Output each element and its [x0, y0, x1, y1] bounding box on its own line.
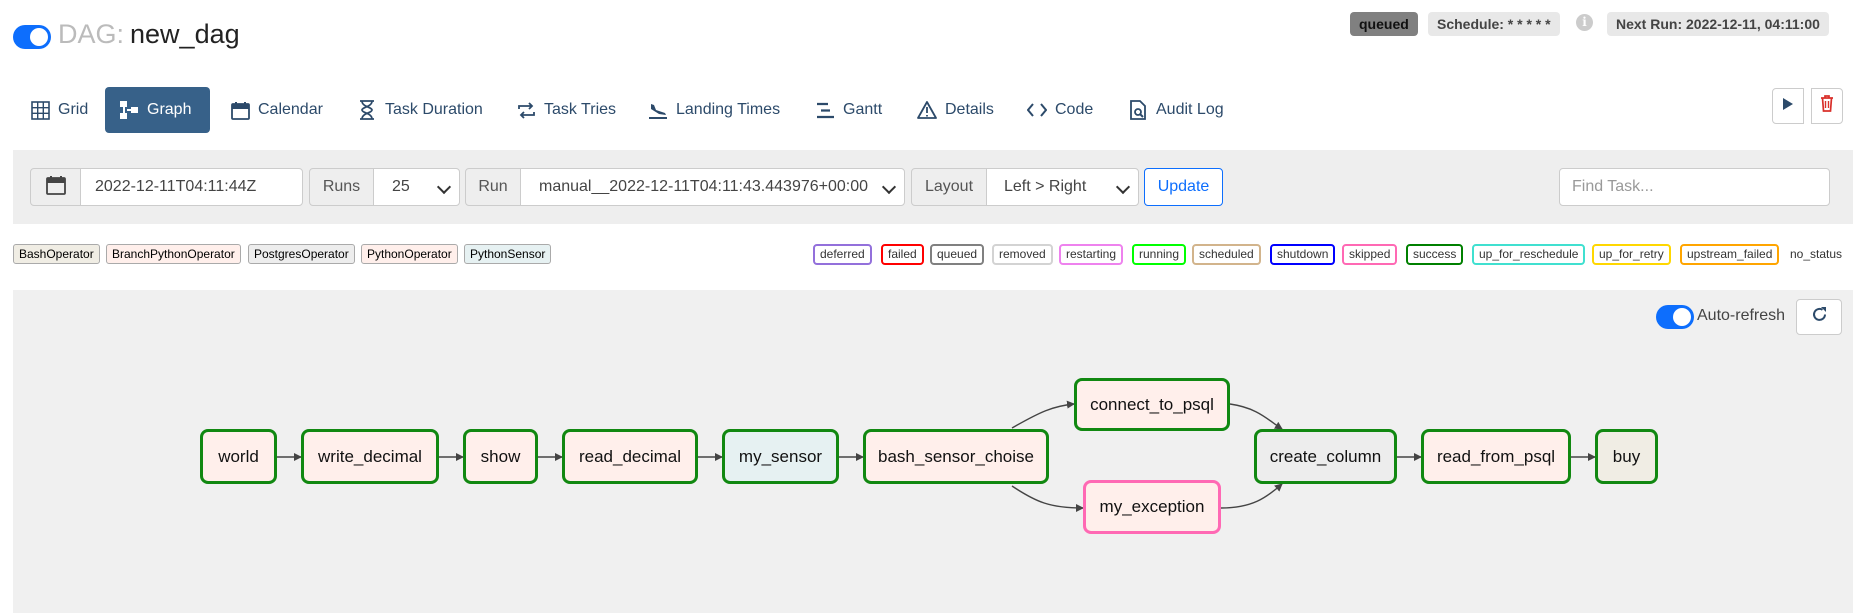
- legend-state[interactable]: up_for_reschedule: [1472, 244, 1586, 265]
- refresh-icon: [1811, 306, 1828, 328]
- calendar-icon: [45, 175, 66, 200]
- tab-code[interactable]: Code: [1027, 87, 1093, 133]
- task-node-world[interactable]: world: [200, 429, 277, 484]
- task-node-my-exception[interactable]: my_exception: [1083, 480, 1221, 534]
- task-node-read-from-psql[interactable]: read_from_psql: [1421, 429, 1571, 484]
- trash-icon: [1820, 95, 1834, 117]
- task-node-read-decimal[interactable]: read_decimal: [562, 429, 698, 484]
- gantt-icon: [815, 100, 835, 120]
- legend-state[interactable]: removed: [992, 244, 1053, 265]
- tab-calendar[interactable]: Calendar: [230, 87, 323, 133]
- tab-label: Code: [1055, 101, 1094, 118]
- task-node-write-decimal[interactable]: write_decimal: [301, 429, 439, 484]
- grid-icon: [30, 100, 50, 120]
- legend-operator: PythonSensor: [464, 244, 552, 264]
- legend-operator: PythonOperator: [361, 244, 458, 264]
- calendar-picker-button[interactable]: [30, 168, 81, 206]
- tab-label: Audit Log: [1156, 101, 1224, 118]
- legend-state[interactable]: queued: [930, 244, 985, 265]
- audit-log-icon: [1128, 100, 1148, 120]
- tab-audit-log[interactable]: Audit Log: [1128, 87, 1224, 133]
- legend-state[interactable]: up_for_retry: [1592, 244, 1671, 265]
- tab-label: Task Tries: [544, 101, 617, 118]
- legend-state[interactable]: upstream_failed: [1680, 244, 1780, 265]
- legend-operator: PostgresOperator: [248, 244, 355, 264]
- warning-triangle-icon: [917, 100, 937, 120]
- chevron-down-icon: [1115, 179, 1131, 195]
- tab-label: Grid: [58, 101, 89, 118]
- run-label: Run: [465, 168, 521, 206]
- run-select[interactable]: manual__2022-12-11T04:11:43.443976+00:00: [520, 168, 905, 206]
- layout-value: Left > Right: [1004, 178, 1087, 195]
- toggle-knob: [30, 28, 48, 46]
- next-run-badge: Next Run: 2022-12-11, 04:11:00: [1607, 12, 1829, 36]
- hourglass-icon: [357, 100, 377, 120]
- find-task-input[interactable]: Find Task...: [1559, 168, 1830, 206]
- legend-state[interactable]: success: [1406, 244, 1464, 265]
- runs-select[interactable]: 25: [373, 168, 460, 206]
- runs-value: 25: [392, 178, 410, 195]
- auto-refresh-toggle[interactable]: [1656, 305, 1694, 329]
- base-date-input[interactable]: 2022-12-11T04:11:44Z: [80, 168, 303, 206]
- legend-state[interactable]: failed: [881, 244, 924, 265]
- task-node-bash-sensor-choise[interactable]: bash_sensor_choise: [863, 429, 1049, 484]
- tab-details[interactable]: Details: [917, 87, 994, 133]
- schedule-badge: Schedule: * * * * *: [1428, 12, 1560, 36]
- tab-gantt[interactable]: Gantt: [815, 87, 882, 133]
- refresh-button[interactable]: [1796, 299, 1842, 335]
- auto-refresh-label: Auto-refresh: [1697, 307, 1786, 324]
- tab-label: Calendar: [258, 101, 323, 118]
- tab-label: Gantt: [843, 101, 883, 118]
- play-icon: [1782, 97, 1794, 116]
- dag-prefix: DAG:: [58, 19, 125, 49]
- chevron-down-icon: [436, 179, 452, 195]
- trigger-dag-button[interactable]: [1772, 88, 1804, 124]
- tab-landing-times[interactable]: Landing Times: [648, 87, 780, 133]
- layout-label: Layout: [911, 168, 987, 206]
- runs-label: Runs: [309, 168, 374, 206]
- tab-label: Task Duration: [385, 101, 483, 118]
- graph-icon: [119, 100, 139, 120]
- dag-name: new_dag: [130, 19, 240, 49]
- tab-label: Landing Times: [676, 101, 781, 118]
- update-button[interactable]: Update: [1144, 168, 1223, 206]
- info-icon[interactable]: i: [1576, 14, 1593, 31]
- code-icon: [1027, 100, 1047, 120]
- landing-icon: [648, 100, 668, 120]
- dag-pause-toggle[interactable]: [13, 25, 51, 49]
- tab-label: Graph: [147, 101, 192, 118]
- legend-operator: BranchPythonOperator: [106, 244, 241, 264]
- calendar-icon: [230, 100, 250, 120]
- legend-state[interactable]: skipped: [1342, 244, 1398, 265]
- dag-state-badge: queued: [1350, 12, 1418, 36]
- task-node-show[interactable]: show: [463, 429, 538, 484]
- legend-state[interactable]: no_status: [1790, 247, 1842, 261]
- legend-state[interactable]: restarting: [1059, 244, 1124, 265]
- legend-operator: BashOperator: [13, 244, 100, 264]
- delete-dag-button[interactable]: [1811, 88, 1843, 124]
- task-node-buy[interactable]: buy: [1595, 429, 1658, 484]
- layout-select[interactable]: Left > Right: [986, 168, 1139, 206]
- legend-state[interactable]: deferred: [813, 244, 872, 265]
- tab-grid[interactable]: Grid: [30, 87, 88, 133]
- tab-task-duration[interactable]: Task Duration: [357, 87, 483, 133]
- run-value: manual__2022-12-11T04:11:43.443976+00:00: [539, 178, 869, 195]
- page-title: DAG: new_dag: [58, 19, 240, 50]
- tab-label: Details: [945, 101, 994, 118]
- retry-icon: [516, 100, 536, 120]
- chevron-down-icon: [881, 179, 897, 195]
- tab-graph[interactable]: Graph: [105, 87, 210, 133]
- legend-state[interactable]: running: [1132, 244, 1187, 265]
- task-node-create-column[interactable]: create_column: [1254, 429, 1397, 484]
- toggle-knob: [1673, 308, 1691, 326]
- tab-task-tries[interactable]: Task Tries: [516, 87, 616, 133]
- task-node-my-sensor[interactable]: my_sensor: [722, 429, 839, 484]
- task-node-connect-to-psql[interactable]: connect_to_psql: [1074, 378, 1230, 431]
- legend-state[interactable]: shutdown: [1270, 244, 1336, 265]
- legend-state[interactable]: scheduled: [1192, 244, 1261, 265]
